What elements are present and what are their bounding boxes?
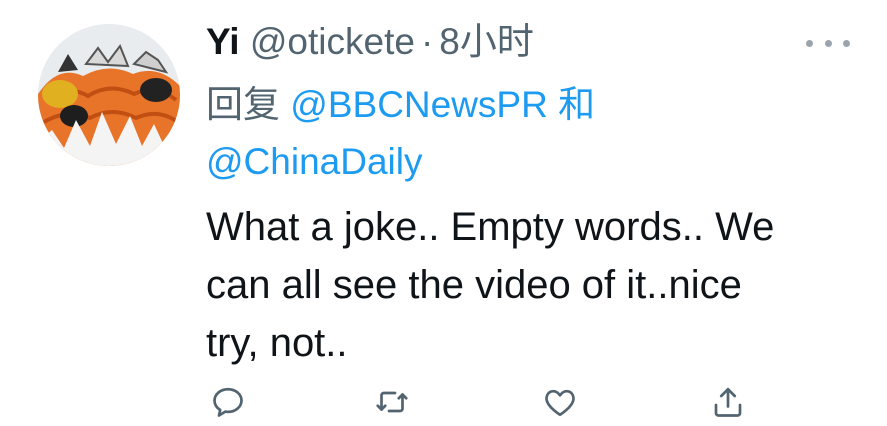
share-button[interactable] <box>706 380 750 424</box>
dot <box>806 39 813 47</box>
timestamp[interactable]: 8小时 <box>439 21 534 62</box>
like-button[interactable] <box>538 380 582 424</box>
mention-conjunction: 和 <box>558 84 596 125</box>
mention-link-chinadaily[interactable]: @ChinaDaily <box>206 141 422 182</box>
action-bar <box>0 380 887 426</box>
reply-to-line: 回复 @BBCNewsPR 和 @ChinaDaily <box>206 76 806 190</box>
more-options-icon[interactable] <box>806 30 850 56</box>
reply-button[interactable] <box>206 380 250 424</box>
reply-prefix: 回复 <box>206 84 280 125</box>
retweet-button[interactable] <box>370 380 414 424</box>
like-icon <box>545 389 575 417</box>
tweet-header: Yi @otickete · 8小时 <box>206 14 534 70</box>
user-handle[interactable]: @otickete <box>250 21 415 62</box>
retweet-icon <box>376 391 408 413</box>
avatar-image <box>38 24 180 166</box>
reply-icon <box>213 387 243 417</box>
tweet-text: What a joke.. Empty words.. We can all s… <box>206 205 775 365</box>
avatar[interactable] <box>38 24 180 166</box>
separator-dot: · <box>420 21 434 62</box>
dot <box>824 39 832 47</box>
mention-link-bbcnewspr[interactable]: @BBCNewsPR <box>290 84 548 125</box>
share-icon <box>714 387 742 417</box>
dot <box>843 39 850 47</box>
display-name[interactable]: Yi <box>206 21 240 62</box>
